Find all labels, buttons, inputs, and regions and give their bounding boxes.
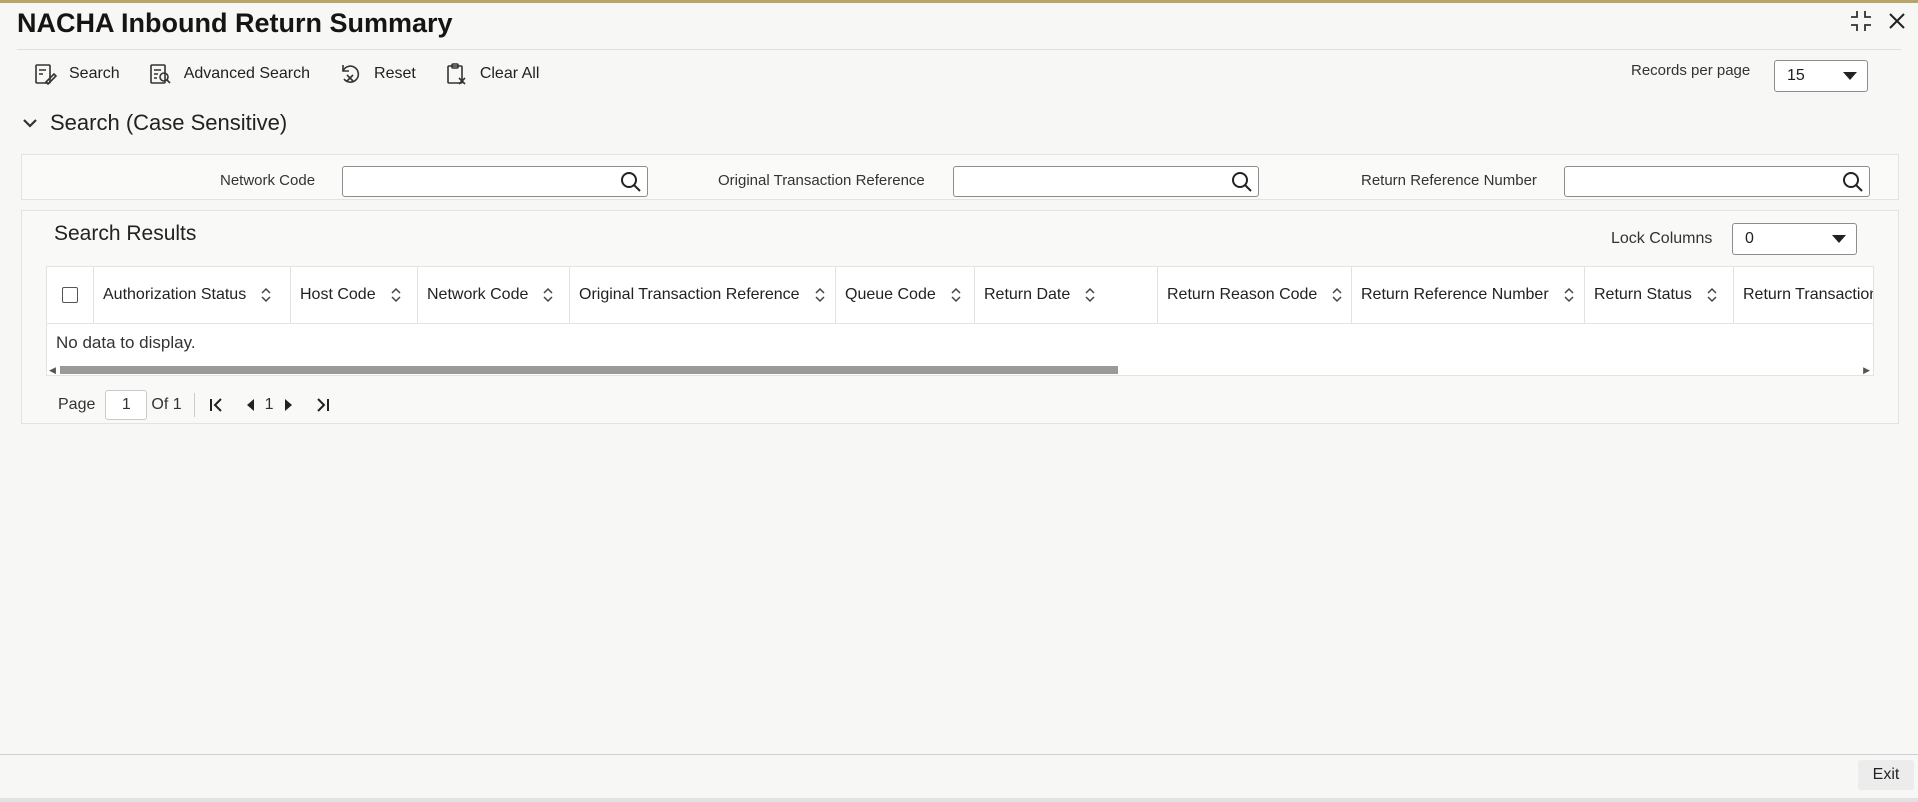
column-label: Return Transaction: [1743, 286, 1874, 303]
select-all-checkbox[interactable]: [62, 287, 78, 303]
sort-icon[interactable]: [1331, 287, 1343, 303]
select-all-cell: [47, 267, 94, 323]
page-total-label: Of 1: [151, 396, 182, 413]
column-label: Return Reason Code: [1167, 286, 1318, 303]
column-return-reference-number[interactable]: Return Reference Number: [1352, 267, 1585, 323]
original-transaction-reference-label: Original Transaction Reference: [718, 172, 925, 189]
caret-down-icon: [1832, 235, 1846, 243]
column-original-transaction-reference[interactable]: Original Transaction Reference: [570, 267, 836, 323]
column-authorization-status[interactable]: Authorization Status: [94, 267, 291, 323]
search-button-label: Search: [69, 65, 120, 82]
search-icon[interactable]: [620, 171, 642, 193]
advanced-search-icon: [149, 64, 171, 84]
search-doc-icon: [35, 64, 57, 86]
close-icon[interactable]: [1888, 12, 1906, 34]
column-label: Original Transaction Reference: [579, 286, 800, 303]
horizontal-scrollbar[interactable]: ◀ ▶: [47, 364, 1873, 375]
page-title: NACHA Inbound Return Summary: [17, 8, 453, 38]
clear-all-button-label: Clear All: [479, 65, 540, 82]
column-label: Return Reference Number: [1361, 286, 1549, 303]
column-label: Return Date: [984, 286, 1071, 303]
search-icon[interactable]: [1842, 171, 1864, 193]
column-label: Host Code: [300, 286, 376, 303]
sort-icon[interactable]: [1563, 287, 1575, 303]
column-label: Return Status: [1594, 286, 1692, 303]
scrollbar-thumb[interactable]: [60, 366, 1118, 374]
pagination-divider: [193, 393, 195, 417]
column-return-reason-code[interactable]: Return Reason Code: [1158, 267, 1352, 323]
first-page-icon: [209, 398, 222, 412]
advanced-search-button[interactable]: Advanced Search: [148, 58, 310, 90]
page-number[interactable]: 1: [265, 396, 274, 414]
previous-page-button[interactable]: [239, 395, 261, 415]
records-per-page-select[interactable]: 15: [1774, 60, 1868, 92]
title-divider: [17, 49, 1901, 50]
lock-columns-label: Lock Columns: [1611, 230, 1713, 247]
minimize-icon[interactable]: [1850, 10, 1872, 36]
reset-button-label: Reset: [374, 65, 416, 82]
records-per-page-value: 15: [1787, 67, 1805, 84]
search-section-title: Search (Case Sensitive): [50, 110, 288, 135]
table-header-row: Authorization Status Host Code Network C…: [47, 267, 1874, 324]
network-code-input[interactable]: [343, 167, 619, 196]
original-transaction-reference-input[interactable]: [954, 167, 1230, 196]
lock-columns-select[interactable]: 0: [1732, 223, 1857, 255]
sort-icon[interactable]: [260, 287, 272, 303]
footer: [0, 755, 1918, 802]
network-code-label: Network Code: [220, 172, 316, 189]
first-page-button[interactable]: [205, 395, 227, 415]
reset-button[interactable]: Reset: [338, 58, 416, 90]
scroll-left-icon[interactable]: ◀: [49, 365, 56, 375]
records-per-page-label: Records per page: [1631, 62, 1751, 79]
empty-table-message: No data to display.: [56, 333, 196, 352]
original-transaction-reference-field[interactable]: [953, 166, 1259, 197]
column-label: Queue Code: [845, 286, 936, 303]
pagination: Page 1 Of 1 1: [58, 390, 334, 420]
column-label: Authorization Status: [103, 286, 247, 303]
sort-icon[interactable]: [950, 287, 962, 303]
column-return-status[interactable]: Return Status: [1585, 267, 1734, 323]
sort-icon[interactable]: [814, 287, 826, 303]
column-label: Network Code: [427, 286, 529, 303]
search-button[interactable]: Search: [33, 58, 120, 90]
scroll-right-icon[interactable]: ▶: [1863, 365, 1870, 375]
page-number-input[interactable]: 1: [105, 390, 148, 420]
clear-all-icon: [447, 63, 466, 85]
page-label: Page: [58, 396, 96, 413]
lock-columns-value: 0: [1745, 230, 1754, 247]
bottom-strip: [0, 798, 1918, 802]
column-queue-code[interactable]: Queue Code: [836, 267, 975, 323]
last-page-icon: [316, 398, 329, 412]
return-reference-number-label: Return Reference Number: [1361, 172, 1537, 189]
return-reference-number-field[interactable]: [1564, 166, 1870, 197]
exit-button[interactable]: Exit: [1858, 760, 1914, 790]
chevron-down-icon: [23, 119, 37, 128]
sort-icon[interactable]: [390, 287, 402, 303]
reset-icon: [342, 65, 360, 83]
next-page-button[interactable]: [278, 395, 300, 415]
toolbar: Search Advanced Search Reset Clear All: [33, 58, 539, 90]
window-controls: [1850, 10, 1906, 36]
search-section-toggle[interactable]: Search (Case Sensitive): [22, 110, 287, 136]
sort-icon[interactable]: [542, 287, 554, 303]
results-title: Search Results: [54, 222, 197, 245]
search-icon[interactable]: [1231, 171, 1253, 193]
top-decorative-strip: [0, 0, 1918, 3]
column-network-code[interactable]: Network Code: [418, 267, 570, 323]
sort-icon[interactable]: [1706, 287, 1718, 303]
advanced-search-button-label: Advanced Search: [183, 65, 311, 82]
clear-all-button[interactable]: Clear All: [444, 58, 540, 90]
network-code-field[interactable]: [342, 166, 648, 197]
previous-page-icon: [246, 399, 254, 411]
caret-down-icon: [1843, 72, 1857, 80]
column-return-transaction[interactable]: Return Transaction: [1734, 267, 1874, 323]
column-host-code[interactable]: Host Code: [291, 267, 418, 323]
column-return-date[interactable]: Return Date: [975, 267, 1158, 323]
last-page-button[interactable]: [312, 395, 334, 415]
return-reference-number-input[interactable]: [1565, 167, 1841, 196]
next-page-icon: [284, 399, 292, 411]
sort-icon[interactable]: [1084, 287, 1096, 303]
results-table: Authorization Status Host Code Network C…: [46, 266, 1874, 376]
